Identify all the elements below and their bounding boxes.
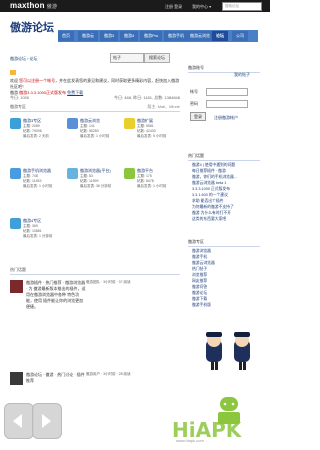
topic-thumbnail	[10, 372, 23, 385]
hot-topic-list: 傲游4 | 使用中遇到的问题 每日推荐插件 · 傲游 傲游，你们的手机浏览器… …	[192, 163, 258, 223]
board-icon	[10, 118, 21, 129]
register-link[interactable]: 您可以注册一个帐号	[19, 78, 55, 83]
topic-thumbnail	[10, 280, 23, 293]
forward-button[interactable]	[32, 403, 62, 439]
password-field[interactable]	[206, 100, 248, 108]
nav-company[interactable]: 公司	[232, 31, 248, 41]
police-mascot-illustration	[206, 332, 250, 370]
notice-text: 欢迎 您可以注册一个帐号，并在此发表您的意见和建议，同时获取更多精彩内容，赶快加…	[10, 78, 180, 95]
nav-home[interactable]: 首页	[58, 31, 74, 41]
back-button[interactable]	[4, 403, 34, 439]
login-register-link[interactable]: 注册 登录	[165, 4, 182, 10]
board-card[interactable]: 傲游云浏览 主题: 141 帖数: 55250 最后发表: 1 小时前	[67, 118, 119, 148]
board-icon	[10, 168, 21, 179]
notice-icon	[10, 70, 16, 75]
section-head-boards: 傲游专区 版主: Mail、Minde	[10, 103, 180, 112]
hot-topic-item[interactable]: 傲游插件 · 热门推荐 · 傲游浏览器 · 为 傲游最新版本推出的插件，适用在傲…	[10, 280, 180, 328]
hot-topic-link[interactable]: 这类的东西要大家吧	[192, 217, 258, 223]
right-arrow-icon	[42, 414, 51, 428]
my-posts-link[interactable]: 我的帖子	[234, 72, 250, 78]
left-arrow-icon	[13, 414, 22, 428]
board-icon	[124, 168, 135, 179]
board-icon	[67, 118, 78, 129]
nav-forum[interactable]: 论坛	[212, 31, 228, 41]
board-icon	[67, 168, 78, 179]
nav-pro[interactable]: 傲游Pro	[140, 31, 163, 41]
breadcrumb[interactable]: 傲游论坛 › 论坛	[10, 56, 38, 62]
username-field[interactable]	[206, 88, 248, 96]
board-icon	[10, 218, 21, 229]
register-account-link[interactable]: 注册傲游帐户	[214, 115, 238, 121]
watermark-url: www.hiapk.com	[176, 438, 204, 443]
nav-cloud-browse[interactable]: 傲游云浏览	[186, 31, 214, 41]
board-card[interactable]: 傲游3专区 主题: 2089 帖数: 79006 最后发表: 2 天前	[10, 118, 62, 148]
maxthon-logo[interactable]: maxthon 傲游	[10, 1, 57, 10]
search-scope-select[interactable]: 帖子	[110, 53, 144, 63]
board-card[interactable]: 傲游浏览器(平台) 主题: 83 帖数: 11599 最后发表: 36 分钟前	[67, 168, 119, 198]
board-card[interactable]: 傲游扩展 主题: 5581 帖数: 42430 最后发表: 5 小时前	[124, 118, 176, 148]
forum-stats: 今日: 1000 今日: 468, 昨日: 1181, 总数: 1384848	[10, 95, 180, 100]
rank-link[interactable]: 傲游手机版	[192, 303, 258, 309]
board-card[interactable]: 傲游4专区 主题: 369 帖数: 10881 最后发表: 1 分钟前	[10, 218, 62, 248]
forum-search-button[interactable]: 搜索论坛	[144, 53, 170, 63]
rank-list: 傲游浏览器 傲游手机 傲游云浏览器 热门帖子 浏览推荐 网友推荐 傲游问答 傲游…	[192, 249, 258, 309]
page-title: 傲游论坛	[10, 22, 54, 34]
sidebar-hot-head: 热门话题	[188, 152, 260, 161]
nav-mobile[interactable]: 傲游手机	[164, 31, 188, 41]
my-center-menu[interactable]: 我的中心 ▾	[192, 4, 211, 10]
sidebar-rank-head: 傲游专区	[188, 238, 260, 247]
login-button[interactable]: 登录	[190, 112, 206, 121]
nav-cloud[interactable]: 傲游云	[78, 31, 98, 41]
top-search-input[interactable]: 搜索论坛	[222, 2, 262, 11]
username-label: 帐号	[190, 89, 198, 94]
nav-mx3[interactable]: 傲游3	[100, 31, 119, 41]
board-card[interactable]: 傲游手机浏览器 主题: 748 帖数: 11453 最后发表: 1 小时前	[10, 168, 62, 198]
password-label: 密码	[190, 101, 198, 106]
section-head-hot: 热门话题	[10, 266, 180, 275]
board-icon	[124, 118, 135, 129]
board-card[interactable]: 傲游平台 主题: 175 帖数: 8478 最后发表: 1 小时前	[124, 168, 176, 198]
nav-mx4[interactable]: 傲游4	[120, 31, 139, 41]
